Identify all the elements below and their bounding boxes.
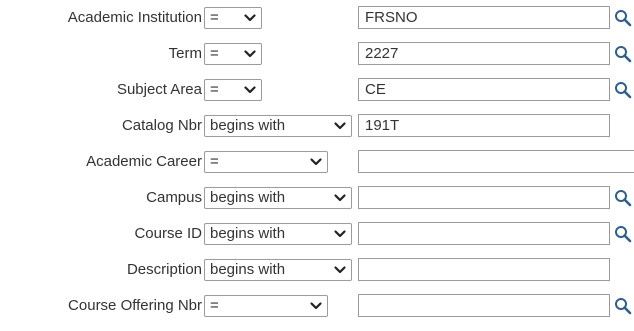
course-id-operator-select[interactable]: begins with (204, 223, 352, 245)
chevron-down-icon (334, 194, 346, 202)
course-offering-nbr-operator-select[interactable]: = (204, 295, 328, 317)
chevron-down-icon (310, 158, 322, 166)
academic-institution-operator-select[interactable]: = (204, 7, 262, 29)
operator-value: begins with (210, 261, 286, 278)
academic-institution-label: Academic Institution (67, 9, 202, 26)
chevron-down-icon (244, 50, 256, 58)
subject-area-input[interactable]: CE (358, 78, 610, 101)
field-row-description: Description begins with (0, 255, 634, 283)
catalog-nbr-label: Catalog Nbr (121, 117, 202, 134)
operator-value: begins with (210, 189, 286, 206)
description-label: Description (126, 261, 202, 278)
chevron-down-icon (334, 230, 346, 238)
operator-value: begins with (210, 225, 286, 242)
catalog-nbr-input[interactable]: 191T (358, 114, 610, 137)
academic-career-input[interactable] (358, 150, 634, 173)
description-operator-select[interactable]: begins with (204, 259, 352, 281)
academic-institution-input[interactable]: FRSNO (358, 6, 610, 29)
magnifier-icon[interactable] (614, 45, 632, 63)
catalog-nbr-operator-select[interactable]: begins with (204, 115, 352, 137)
operator-value: = (210, 45, 219, 62)
operator-value: = (210, 81, 219, 98)
chevron-down-icon (334, 266, 346, 274)
field-row-academic-career: Academic Career = (0, 147, 634, 175)
academic-career-operator-select[interactable]: = (204, 151, 328, 173)
academic-career-label: Academic Career (86, 153, 202, 170)
subject-area-operator-select[interactable]: = (204, 79, 262, 101)
chevron-down-icon (310, 302, 322, 310)
magnifier-icon[interactable] (614, 9, 632, 27)
field-row-course-id: Course ID begins with (0, 219, 634, 247)
course-offering-nbr-label: Course Offering Nbr (68, 297, 202, 314)
operator-value: begins with (210, 117, 286, 134)
magnifier-icon[interactable] (614, 297, 632, 315)
course-id-label: Course ID (134, 225, 202, 242)
campus-operator-select[interactable]: begins with (204, 187, 352, 209)
chevron-down-icon (244, 14, 256, 22)
magnifier-icon[interactable] (614, 81, 632, 99)
term-label: Term (168, 45, 202, 62)
field-row-academic-institution: Academic Institution = FRSNO (0, 3, 634, 31)
field-row-campus: Campus begins with (0, 183, 634, 211)
field-row-term: Term = 2227 (0, 39, 634, 67)
campus-input[interactable] (358, 186, 610, 209)
subject-area-label: Subject Area (116, 81, 202, 98)
magnifier-icon[interactable] (614, 189, 632, 207)
field-row-subject-area: Subject Area = CE (0, 75, 634, 103)
term-input[interactable]: 2227 (358, 42, 610, 65)
operator-value: = (210, 9, 219, 26)
chevron-down-icon (334, 122, 346, 130)
campus-label: Campus (146, 189, 202, 206)
course-id-input[interactable] (358, 222, 610, 245)
course-offering-nbr-input[interactable] (358, 294, 610, 317)
chevron-down-icon (244, 86, 256, 94)
description-input[interactable] (358, 258, 610, 281)
operator-value: = (210, 297, 219, 314)
operator-value: = (210, 153, 219, 170)
term-operator-select[interactable]: = (204, 43, 262, 65)
field-row-course-offering-nbr: Course Offering Nbr = (0, 291, 634, 319)
magnifier-icon[interactable] (614, 225, 632, 243)
field-row-catalog-nbr: Catalog Nbr begins with 191T (0, 111, 634, 139)
